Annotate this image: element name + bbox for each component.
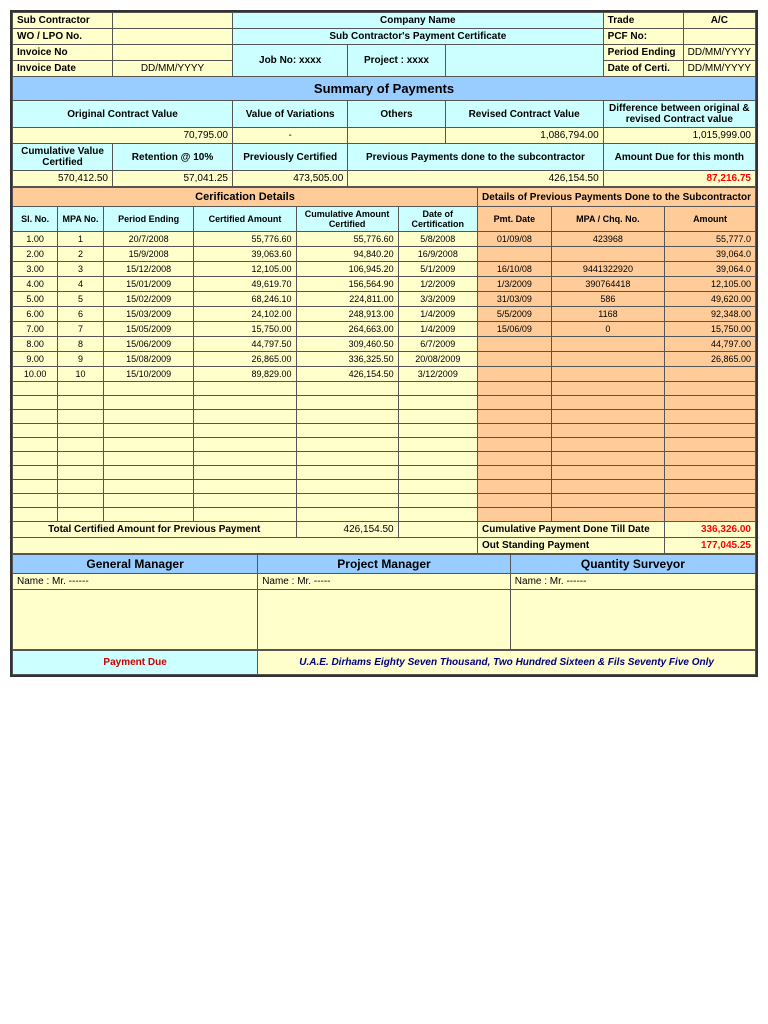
- pm-name: Name : Mr. -----: [258, 574, 511, 590]
- sub-contractor-value: [113, 13, 233, 29]
- sub-contractor-label: Sub Contractor: [13, 13, 113, 29]
- table-row: 1.00120/7/200855,776.6055,776.605/8/2008…: [13, 232, 756, 247]
- date-certi-value: DD/MM/YYYY: [683, 61, 755, 77]
- others-col: Others: [348, 101, 445, 128]
- qs-sig: [510, 590, 755, 650]
- company-name-label: Company Name: [233, 13, 604, 29]
- empty-row: [13, 410, 756, 424]
- empty-row: [13, 382, 756, 396]
- wo-lpo-label: WO / LPO No.: [13, 29, 113, 45]
- col-mpa: MPA No.: [58, 207, 103, 232]
- cert-title: Cerification Details: [13, 188, 478, 207]
- variations-value: -: [233, 128, 348, 144]
- gm-sig: [13, 590, 258, 650]
- original-contract-col: Original Contract Value: [13, 101, 233, 128]
- job-no-label: Job No: xxxx: [233, 45, 348, 77]
- prev-certified-value: 473,505.00: [233, 171, 348, 187]
- trade-label: Trade: [603, 13, 683, 29]
- outstanding-label: Out Standing Payment: [478, 538, 665, 554]
- revised-contract-col: Revised Contract Value: [445, 101, 603, 128]
- payment-cert-label: Sub Contractor's Payment Certificate: [233, 29, 604, 45]
- col-sl: Sl. No.: [13, 207, 58, 232]
- prev-certified-label: Previously Certified: [233, 144, 348, 171]
- empty-row: [13, 424, 756, 438]
- variations-col: Value of Variations: [233, 101, 348, 128]
- gm-label: General Manager: [13, 555, 258, 574]
- col-period: Period Ending: [103, 207, 194, 232]
- prev-payments-value: 426,154.50: [348, 171, 603, 187]
- payment-due-label: Payment Due: [13, 651, 258, 675]
- revised-value: 1,086,794.00: [445, 128, 603, 144]
- retention-value: 57,041.25: [113, 171, 233, 187]
- pm-label: Project Manager: [258, 555, 511, 574]
- invoice-value: [113, 45, 233, 61]
- cumulative-payment-label: Cumulative Payment Done Till Date: [478, 522, 665, 538]
- col-certified: Certified Amount: [194, 207, 296, 232]
- period-ending-value: DD/MM/YYYY: [683, 45, 755, 61]
- qs-label: Quantity Surveyor: [510, 555, 755, 574]
- amount-due-value: 87,216.75: [603, 171, 755, 187]
- cumulative-payment-value: 336,326.00: [665, 522, 756, 538]
- others-value: [348, 128, 445, 144]
- empty-row: [13, 396, 756, 410]
- col-amount: Amount: [665, 207, 756, 232]
- prev-payments-label: Previous Payments done to the subcontrac…: [348, 144, 603, 171]
- table-row: 8.00815/06/200944,797.50309,460.506/7/20…: [13, 337, 756, 352]
- date-certi-label: Date of Certi.: [603, 61, 683, 77]
- total-certified-value: 426,154.50: [296, 522, 398, 538]
- table-row: 7.00715/05/200915,750.00264,663.001/4/20…: [13, 322, 756, 337]
- cum-value: 570,412.50: [13, 171, 113, 187]
- table-row: 6.00615/03/200924,102.00248,913.001/4/20…: [13, 307, 756, 322]
- empty-row: [13, 480, 756, 494]
- table-row: 9.00915/08/200926,865.00336,325.5020/08/…: [13, 352, 756, 367]
- prev-payments-title: Details of Previous Payments Done to the…: [478, 188, 756, 207]
- outstanding-value: 177,045.25: [665, 538, 756, 554]
- gm-name: Name : Mr. ------: [13, 574, 258, 590]
- empty-row: [13, 452, 756, 466]
- period-ending-label: Period Ending: [603, 45, 683, 61]
- difference-value: 1,015,999.00: [603, 128, 755, 144]
- original-value: 70,795.00: [13, 128, 233, 144]
- invoice-date-label: Invoice Date: [13, 61, 113, 77]
- empty-row: [13, 466, 756, 480]
- cum-value-certified-label: Cumulative Value Certified: [13, 144, 113, 171]
- difference-col: Difference between original & revised Co…: [603, 101, 755, 128]
- retention-label: Retention @ 10%: [113, 144, 233, 171]
- table-row: 5.00515/02/200968,246.10224,811.003/3/20…: [13, 292, 756, 307]
- invoice-date-value: DD/MM/YYYY: [113, 61, 233, 77]
- table-row: 2.00215/9/200839,063.6094,840.2016/9/200…: [13, 247, 756, 262]
- table-row: 4.00415/01/200949,619.70156,564.901/2/20…: [13, 277, 756, 292]
- pm-sig: [258, 590, 511, 650]
- pcf-value: [683, 29, 755, 45]
- payment-due-text: U.A.E. Dirhams Eighty Seven Thousand, Tw…: [258, 651, 756, 675]
- pcf-label: PCF No:: [603, 29, 683, 45]
- total-certified-label: Total Certified Amount for Previous Paym…: [13, 522, 297, 538]
- amount-due-label: Amount Due for this month: [603, 144, 755, 171]
- empty-row: [13, 494, 756, 508]
- ac-label: A/C: [683, 13, 755, 29]
- table-row: 3.00315/12/200812,105.00106,945.205/1/20…: [13, 262, 756, 277]
- col-date: Date of Certification: [398, 207, 477, 232]
- document: Sub Contractor Company Name Trade A/C WO…: [10, 10, 758, 677]
- qs-name: Name : Mr. ------: [510, 574, 755, 590]
- summary-header: Summary of Payments: [13, 77, 756, 101]
- col-mpa-chq: MPA / Chq. No.: [551, 207, 664, 232]
- col-pmt-date: Pmt. Date: [478, 207, 552, 232]
- wo-lpo-value: [113, 29, 233, 45]
- invoice-label: Invoice No: [13, 45, 113, 61]
- table-row: 10.001015/10/200989,829.00426,154.503/12…: [13, 367, 756, 382]
- empty-row: [13, 508, 756, 522]
- empty-row: [13, 438, 756, 452]
- project-label: Project : xxxx: [348, 45, 445, 77]
- col-cumulative: Cumulative Amount Certified: [296, 207, 398, 232]
